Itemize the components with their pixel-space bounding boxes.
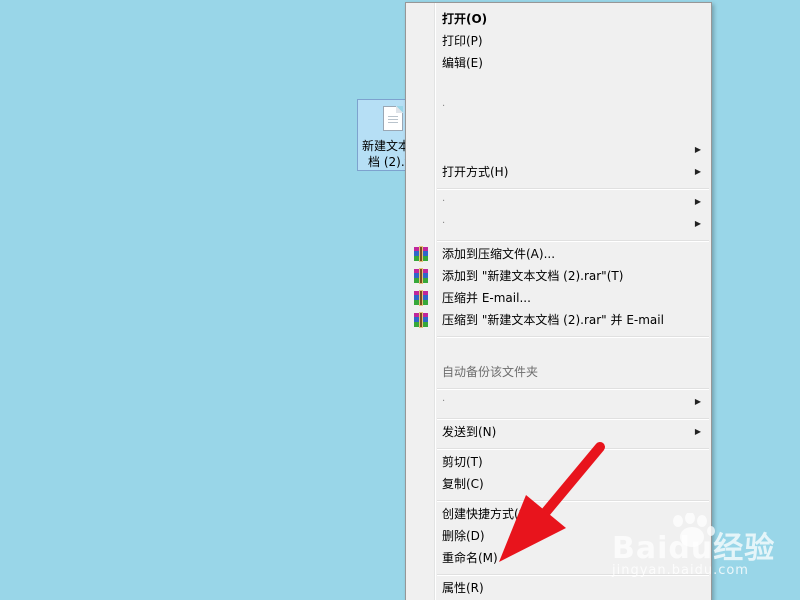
red-arrow-annotation	[499, 442, 605, 562]
baidu-watermark: Baidu经验 jingyan.baidu.com	[610, 512, 790, 583]
watermark-url: jingyan.baidu.com	[612, 563, 749, 578]
watermark-brand: Baidu经验	[612, 531, 776, 566]
red-arrow-shaft	[540, 442, 605, 518]
